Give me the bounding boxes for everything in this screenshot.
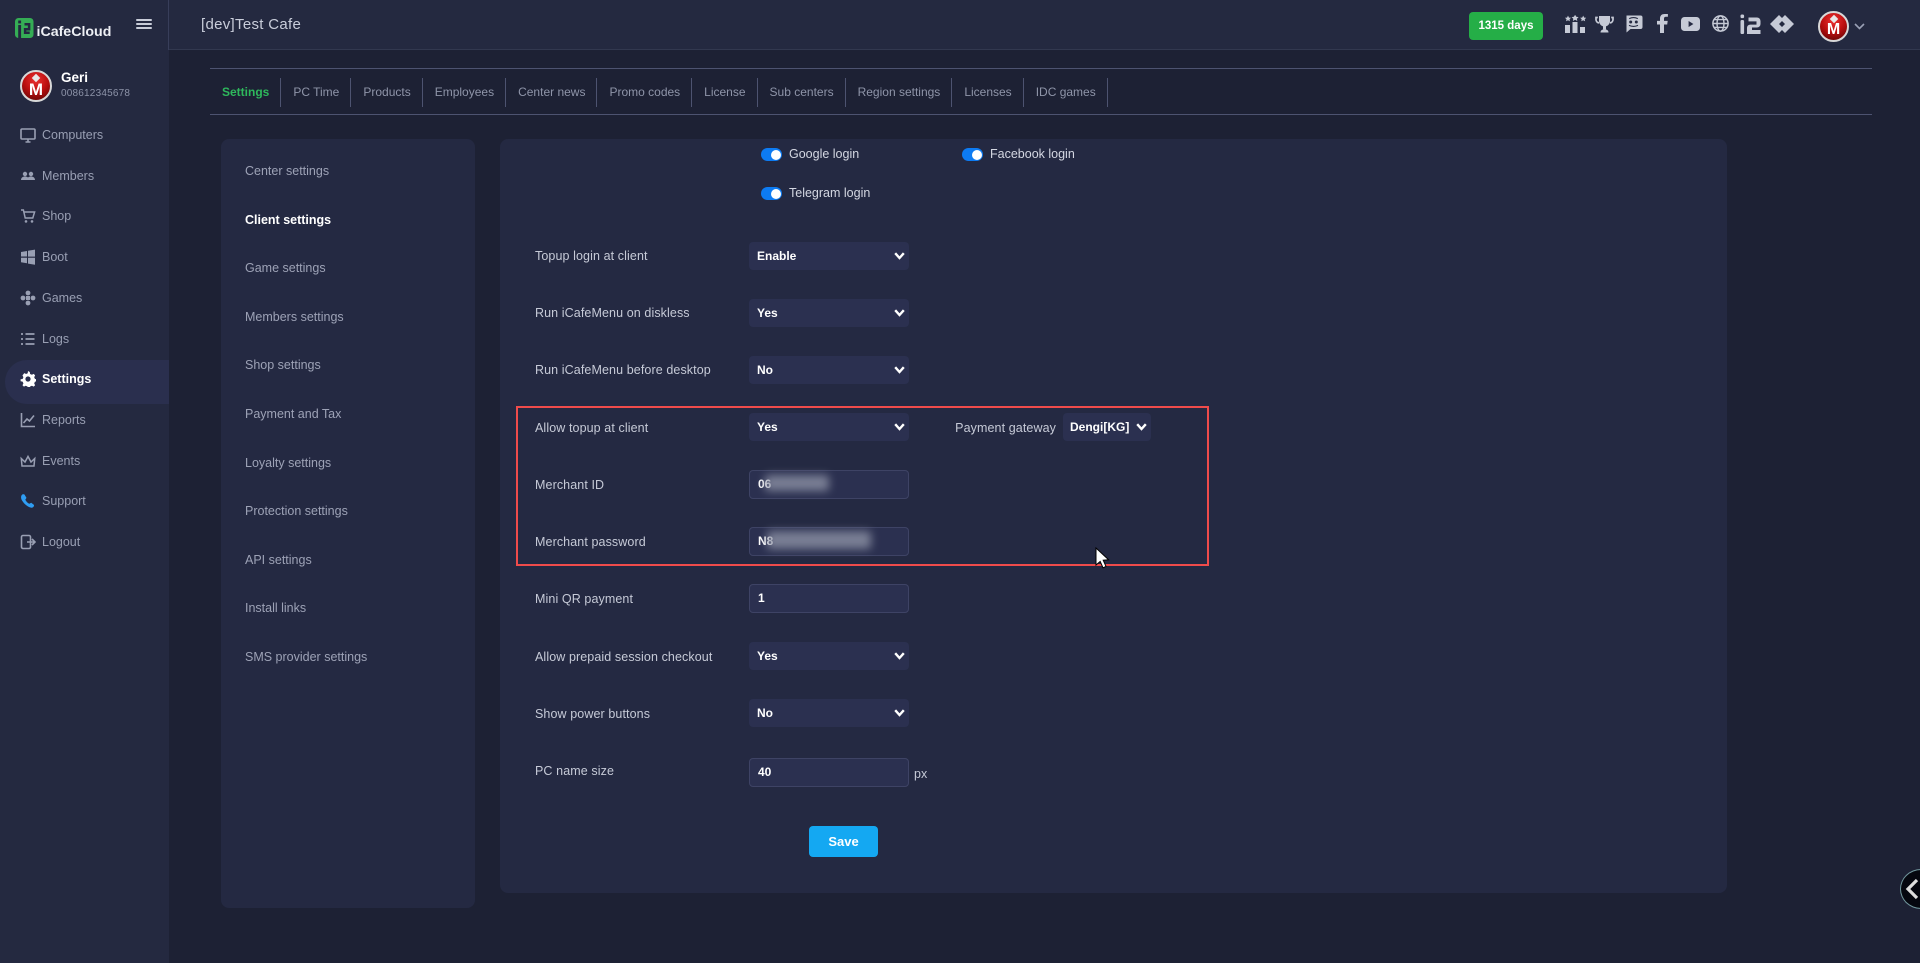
svg-text:iCafeCloud: iCafeCloud: [37, 24, 112, 40]
